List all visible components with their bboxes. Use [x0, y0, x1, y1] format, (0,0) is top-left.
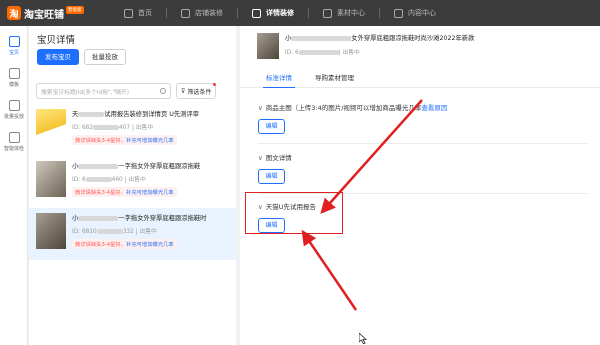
filter-notification-dot — [213, 83, 217, 86]
edit-button[interactable]: 编辑 — [258, 119, 285, 134]
product-id: ID: 6 460 | 出售中 — [72, 177, 146, 183]
shop-icon — [181, 8, 190, 18]
panel-title: 宝贝详情 — [37, 35, 76, 46]
app-logo-text: 淘宝旺铺 — [24, 9, 64, 21]
product-title: 小一字拖女外穿厚底粗跟凉拖鞋时 — [72, 215, 207, 222]
status-badge: 微详情缺失3-4星好，补充可增加曝光几率 — [72, 239, 177, 249]
rail-item-template[interactable]: 模板 — [0, 62, 28, 94]
play-icon — [394, 8, 403, 18]
list-item-selected[interactable]: 小一字拖女外穿厚底粗跟凉拖鞋时 ID: 6810 332 | 出售中 微详情缺失3… — [29, 208, 236, 260]
product-title: 天试用报告装修到详情页 U先测评审 — [72, 111, 200, 118]
home-icon — [124, 8, 133, 18]
status-badge: 微详情缺失3-4星好，补充可增加曝光几率 — [72, 187, 177, 197]
main-nav: 首页 店铺装修 详情装修 素材中心 内容中心 — [110, 0, 450, 26]
rail-item-smart-check[interactable]: 智能体检 — [0, 126, 28, 158]
chevron-down-icon: ∨ — [258, 154, 263, 162]
product-title: 小一字拖女外穿厚底粗跟凉拖鞋 — [72, 163, 201, 170]
nav-item-home[interactable]: 首页 — [110, 0, 166, 26]
nav-item-material-center[interactable]: 素材中心 — [309, 0, 379, 26]
detail-header: 小女外穿厚底粗跟凉拖鞋时尚沙滩2022年新款 ID: 6 | 出售中 — [240, 26, 600, 68]
section-main-images: ∨ 商品主图（上传3:4的图片/视频可以增加商品曝光几率查看原因 编辑 — [240, 102, 600, 134]
product-list-panel: 宝贝详情 发布宝贝 批量投放 搜索宝贝标题/id(多个id用","隔开) ⊽ 筛… — [29, 26, 236, 345]
list-item[interactable]: 小一字拖女外穿厚底粗跟凉拖鞋 ID: 6 460 | 出售中 微详情缺失3-4星好… — [29, 156, 236, 208]
taobao-logo-icon: 淘 — [7, 6, 21, 20]
image-icon — [323, 8, 332, 18]
detail-panel: 小女外穿厚底粗跟凉拖鞋时尚沙滩2022年新款 ID: 6 | 出售中 标准详情 导… — [240, 26, 600, 345]
template-icon — [8, 68, 20, 79]
mouse-cursor-icon — [359, 333, 367, 344]
status-badge: 微详情缺失3-4星好，补充可增加曝光几率 — [72, 135, 177, 145]
filter-icon: ⊽ — [181, 87, 186, 95]
chart-icon — [8, 132, 20, 143]
section-graphic-detail: ∨ 图文详情 编辑 — [240, 152, 600, 184]
batch-icon — [8, 100, 20, 111]
product-thumbnail — [36, 161, 66, 197]
tab-guide-material[interactable]: 导购素材管理 — [312, 68, 357, 88]
section-divider — [258, 143, 588, 144]
panel-actions: 发布宝贝 批量投放 — [29, 46, 236, 72]
detail-tabs: 标准详情 导购素材管理 — [240, 68, 600, 88]
product-thumbnail — [36, 213, 66, 249]
nav-item-content-center[interactable]: 内容中心 — [380, 0, 450, 26]
top-navigation-bar: 淘 淘宝旺铺 智能版 首页 店铺装修 详情装修 素材中心 内容中心 — [0, 0, 600, 26]
detail-product-id: ID: 6 | 出售中 — [285, 50, 360, 56]
chevron-down-icon: ∨ — [258, 104, 263, 112]
filter-button[interactable]: ⊽ 筛选条件 — [176, 83, 217, 99]
product-id: ID: 682 407 | 出售中 — [72, 125, 154, 131]
product-thumbnail — [36, 109, 66, 145]
app-edition-badge: 智能版 — [66, 6, 84, 14]
nav-item-detail-decoration[interactable]: 详情装修 — [238, 0, 308, 26]
app-logo[interactable]: 淘 淘宝旺铺 智能版 — [0, 0, 110, 26]
section-title[interactable]: ∨ 图文详情 — [258, 152, 600, 162]
search-icon — [160, 88, 166, 94]
nav-item-shop-decoration[interactable]: 店铺装修 — [167, 0, 237, 26]
list-item[interactable]: 天试用报告装修到详情页 U先测评审 ID: 682 407 | 出售中 微详情缺失… — [29, 104, 236, 156]
edit-button[interactable]: 编辑 — [258, 169, 285, 184]
product-icon — [8, 36, 20, 47]
search-row: 搜索宝贝标题/id(多个id用","隔开) ⊽ 筛选条件 — [29, 72, 236, 102]
batch-publish-button[interactable]: 批量投放 — [84, 49, 126, 65]
tab-standard-detail[interactable]: 标准详情 — [263, 68, 295, 88]
rail-item-batch-publish[interactable]: 批量投放 — [0, 94, 28, 126]
search-input[interactable]: 搜索宝贝标题/id(多个id用","隔开) — [36, 83, 171, 99]
view-reason-link[interactable]: 查看原因 — [421, 104, 447, 112]
rail-item-product[interactable]: 宝贝 — [0, 30, 28, 62]
section-title[interactable]: ∨ 商品主图（上传3:4的图片/视频可以增加商品曝光几率查看原因 — [258, 102, 600, 112]
left-rail: 宝贝 模板 批量投放 智能体检 — [0, 26, 28, 345]
publish-product-button[interactable]: 发布宝贝 — [37, 49, 79, 65]
detail-page-icon — [252, 8, 261, 18]
detail-product-title: 小女外穿厚底粗跟凉拖鞋时尚沙滩2022年新款 — [285, 35, 475, 42]
product-id: ID: 6810 332 | 出售中 — [72, 229, 157, 235]
annotation-highlight-box — [245, 192, 343, 234]
product-thumbnail — [257, 33, 279, 59]
